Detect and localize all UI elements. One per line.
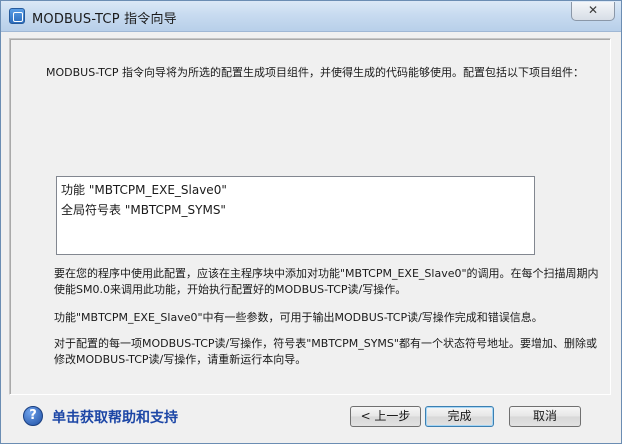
- help-question-icon[interactable]: ?: [23, 406, 43, 426]
- cancel-button[interactable]: 取消: [509, 406, 581, 427]
- title-bar[interactable]: MODBUS-TCP 指令向导 ✕: [1, 1, 621, 32]
- finish-button[interactable]: 完成: [425, 406, 494, 427]
- intro-text: MODBUS-TCP 指令向导将为所选的配置生成项目组件，并使得生成的代码能够使…: [46, 66, 585, 79]
- symbols-paragraph: 对于配置的每一项MODBUS-TCP读/写操作，符号表"MBTCPM_SYMS"…: [54, 337, 597, 366]
- close-button[interactable]: ✕: [571, 2, 615, 21]
- parameters-paragraph: 功能"MBTCPM_EXE_Slave0"中有一些参数，可用于输出MODBUS-…: [54, 311, 543, 324]
- usage-paragraph: 要在您的程序中使用此配置，应该在主程序块中添加对功能"MBTCPM_EXE_Sl…: [54, 267, 599, 296]
- back-button[interactable]: < 上一步: [350, 406, 421, 427]
- help-link[interactable]: 单击获取帮助和支持: [52, 407, 178, 427]
- wizard-app-icon: [9, 8, 25, 24]
- components-listbox[interactable]: 功能 "MBTCPM_EXE_Slave0" 全局符号表 "MBTCPM_SYM…: [56, 176, 535, 255]
- window-title: MODBUS-TCP 指令向导: [32, 12, 177, 27]
- wizard-window: MODBUS-TCP 指令向导 ✕ MODBUS-TCP 指令向导将为所选的配置…: [0, 0, 622, 444]
- list-item[interactable]: 全局符号表 "MBTCPM_SYMS": [61, 201, 226, 218]
- close-icon: ✕: [587, 3, 599, 17]
- list-item[interactable]: 功能 "MBTCPM_EXE_Slave0": [61, 181, 227, 198]
